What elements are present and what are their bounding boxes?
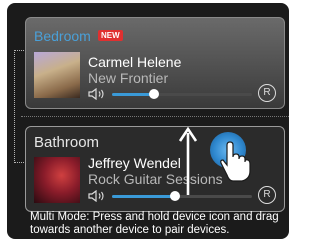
volume-slider[interactable]	[112, 89, 252, 99]
r-icon[interactable]: R	[258, 186, 276, 204]
volume-slider-thumb[interactable]	[149, 89, 159, 99]
volume-slider-fill	[112, 195, 175, 198]
room-name: Bathroom	[34, 134, 100, 151]
speaker-icon[interactable]	[88, 190, 106, 202]
speaker-icon[interactable]	[88, 88, 106, 100]
album-art	[34, 157, 80, 203]
zone-card-bedroom[interactable]: Bedroom NEW Carmel Helene New Frontier R	[25, 17, 285, 109]
instructions-text: Multi Mode: Press and hold device icon a…	[30, 211, 279, 236]
artist-name: Carmel Helene	[88, 54, 182, 70]
room-name: Bedroom	[34, 28, 91, 44]
artist-name: Jeffrey Wendel	[88, 155, 181, 171]
touch-hand-icon	[220, 141, 251, 182]
track-name: Rock Guitar Sessions	[88, 171, 223, 187]
r-icon[interactable]: R	[258, 84, 276, 102]
new-badge: NEW	[98, 30, 123, 41]
track-name: New Frontier	[88, 70, 169, 86]
up-arrow-icon	[178, 127, 198, 195]
multi-mode-screen: Bedroom NEW Carmel Helene New Frontier R…	[7, 3, 289, 239]
volume-slider-fill	[112, 93, 154, 96]
album-art	[34, 52, 80, 98]
divider	[21, 116, 289, 117]
